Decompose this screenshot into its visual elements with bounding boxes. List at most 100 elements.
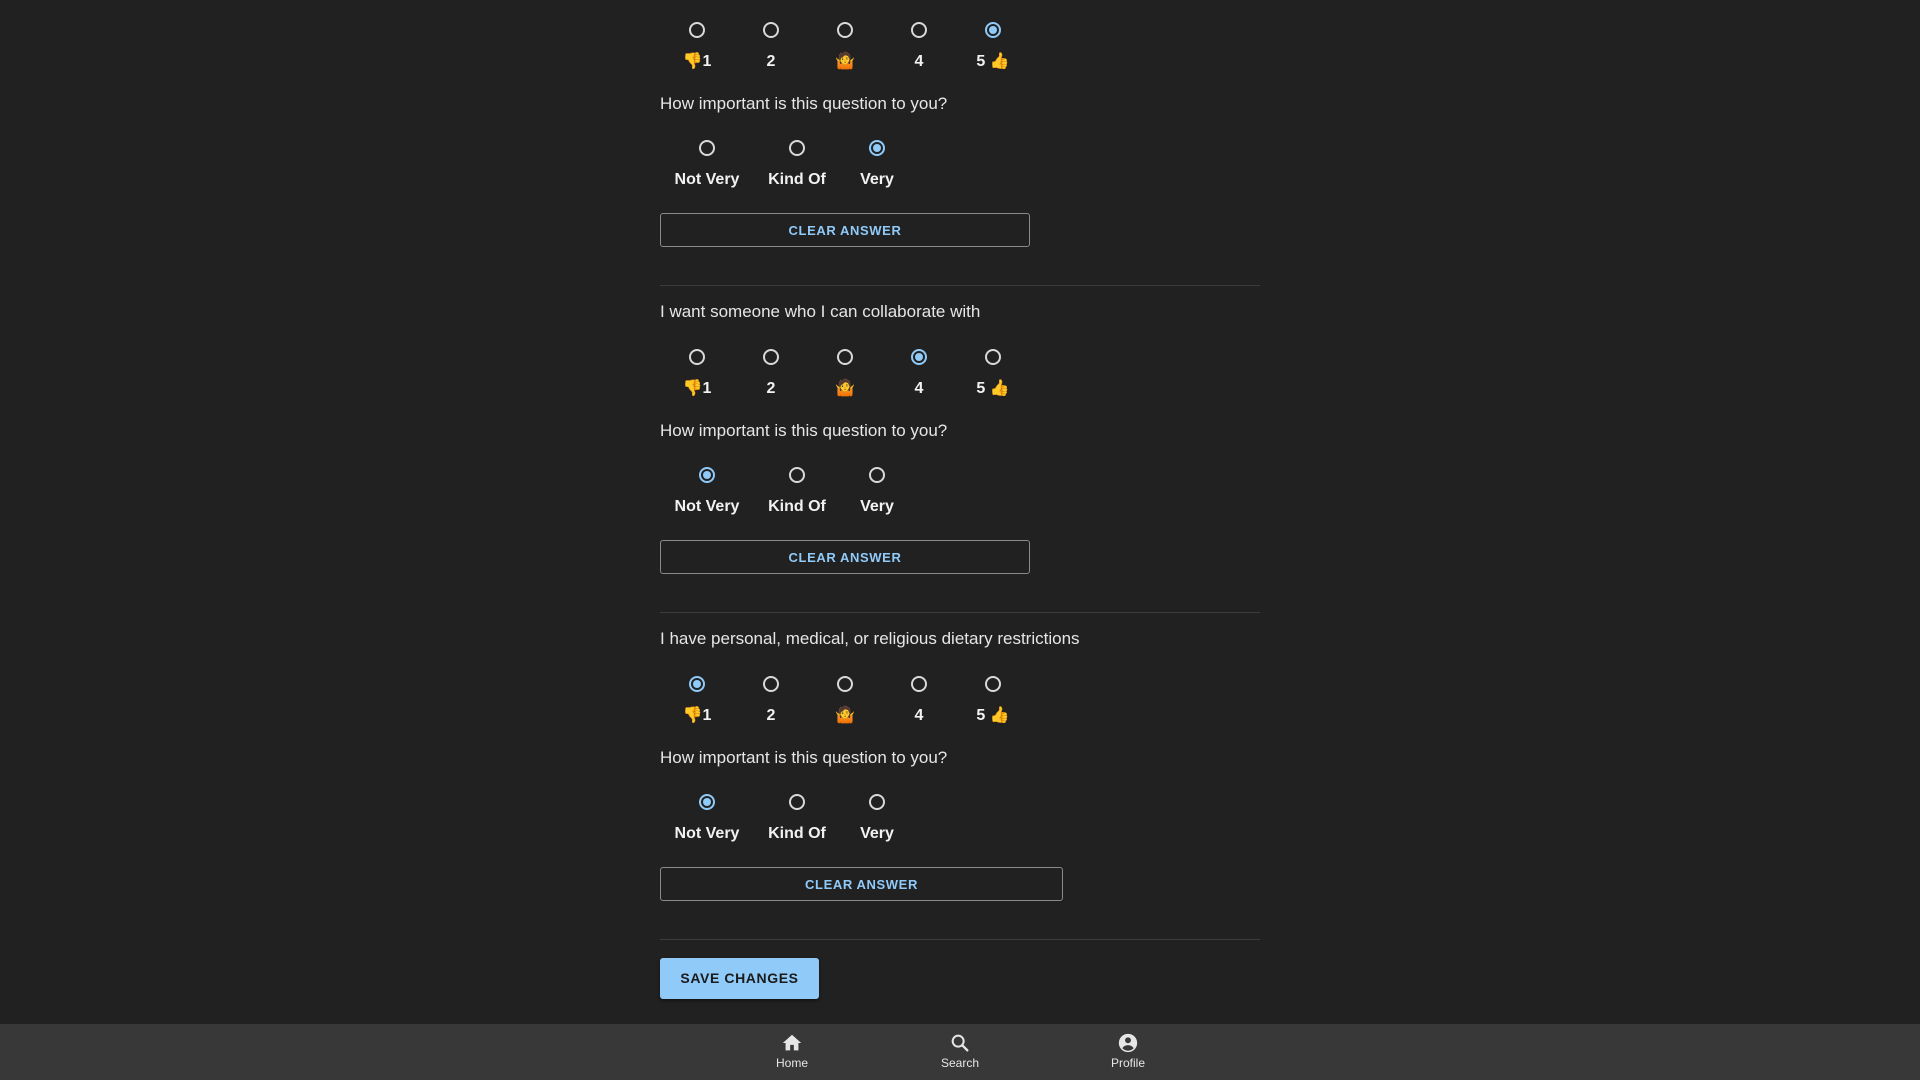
q1-rating-3-radio[interactable]	[837, 22, 853, 38]
q1-importance-prompt: How important is this question to you?	[660, 94, 948, 113]
q2-rating-1-label: 1	[702, 380, 712, 397]
q1-importance-very[interactable]: Very	[837, 140, 917, 190]
question-3-rating-group: 👎1 2 🤷 4 5 👍	[660, 676, 1260, 726]
q2-importance-kind-of-radio[interactable]	[789, 467, 805, 483]
q2-importance-very-radio[interactable]	[869, 467, 885, 483]
q2-rating-4[interactable]: 4	[879, 349, 959, 399]
q2-importance-not-very-radio[interactable]	[699, 467, 715, 483]
q3-rating-1-label: 1	[702, 707, 712, 724]
q2-importance-prompt: How important is this question to you?	[660, 421, 948, 440]
q3-rating-5-radio[interactable]	[985, 676, 1001, 692]
question-2-importance-group: Not Very Kind Of Very	[660, 467, 1260, 517]
q3-rating-3[interactable]: 🤷	[805, 676, 885, 726]
q1-importance-very-label: Very	[860, 171, 894, 188]
q3-rating-4-label: 4	[914, 707, 924, 724]
q2-importance-kind-of-label: Kind Of	[768, 498, 826, 515]
divider	[660, 939, 1260, 940]
q1-rating-3[interactable]: 🤷	[805, 22, 885, 72]
q2-rating-3[interactable]: 🤷	[805, 349, 885, 399]
q1-rating-1[interactable]: 👎1	[657, 22, 737, 72]
q1-importance-not-very-label: Not Very	[674, 171, 740, 188]
bottom-nav: Home Search Profile	[0, 1024, 1920, 1080]
q2-clear-answer-button[interactable]: CLEAR ANSWER	[660, 540, 1030, 574]
q1-importance-very-radio[interactable]	[869, 140, 885, 156]
q1-importance-kind-of[interactable]: Kind Of	[757, 140, 837, 190]
q1-rating-4[interactable]: 4	[879, 22, 959, 72]
q3-importance-kind-of-radio[interactable]	[789, 794, 805, 810]
q3-rating-1-radio[interactable]	[689, 676, 705, 692]
q1-rating-5-label: 5	[976, 53, 986, 70]
q3-clear-answer-button[interactable]: CLEAR ANSWER	[660, 867, 1063, 901]
q2-importance-not-very[interactable]: Not Very	[667, 467, 747, 517]
question-2-rating-group: 👎1 2 🤷 4 5 👍	[660, 349, 1260, 399]
account-circle-icon	[1118, 1033, 1138, 1053]
q2-rating-5[interactable]: 5 👍	[953, 349, 1033, 399]
q1-rating-2[interactable]: 2	[731, 22, 811, 72]
q1-importance-kind-of-radio[interactable]	[789, 140, 805, 156]
q2-importance-kind-of[interactable]: Kind Of	[757, 467, 837, 517]
page: 👎1 2 🤷 4 5 👍 How important is this quest…	[0, 0, 1920, 1080]
q1-rating-4-label: 4	[914, 53, 924, 70]
search-icon	[951, 1034, 969, 1052]
q3-importance-not-very-radio[interactable]	[699, 794, 715, 810]
q3-importance-very-radio[interactable]	[869, 794, 885, 810]
q3-title: I have personal, medical, or religious d…	[660, 629, 1080, 648]
q2-rating-2[interactable]: 2	[731, 349, 811, 399]
nav-profile-label: Profile	[1110, 1056, 1145, 1070]
nav-home[interactable]: Home	[752, 1032, 832, 1070]
q1-importance-not-very[interactable]: Not Very	[667, 140, 747, 190]
q1-rating-1-radio[interactable]	[689, 22, 705, 38]
q2-rating-4-radio[interactable]	[911, 349, 927, 365]
q3-rating-2-label: 2	[766, 707, 776, 724]
q1-clear-answer-button[interactable]: CLEAR ANSWER	[660, 213, 1030, 247]
q1-importance-not-very-radio[interactable]	[699, 140, 715, 156]
q1-rating-1-label: 1	[702, 53, 712, 70]
q3-importance-prompt: How important is this question to you?	[660, 748, 948, 767]
q2-rating-3-radio[interactable]	[837, 349, 853, 365]
question-1-rating-group: 👎1 2 🤷 4 5 👍	[660, 22, 1260, 72]
q3-importance-very[interactable]: Very	[837, 794, 917, 844]
shrug-icon: 🤷	[835, 707, 855, 724]
q1-rating-5-radio[interactable]	[985, 22, 1001, 38]
q1-rating-5[interactable]: 5 👍	[953, 22, 1033, 72]
q3-rating-5[interactable]: 5 👍	[953, 676, 1033, 726]
q2-rating-1-radio[interactable]	[689, 349, 705, 365]
q2-importance-not-very-label: Not Very	[674, 498, 740, 515]
home-icon	[782, 1034, 802, 1051]
q3-rating-2[interactable]: 2	[731, 676, 811, 726]
nav-search[interactable]: Search	[920, 1032, 1000, 1070]
thumbs-up-icon: 👍	[989, 707, 1010, 724]
q3-rating-4[interactable]: 4	[879, 676, 959, 726]
thumbs-up-icon: 👍	[989, 380, 1010, 397]
q3-rating-4-radio[interactable]	[911, 676, 927, 692]
q3-rating-3-radio[interactable]	[837, 676, 853, 692]
q2-title: I want someone who I can collaborate wit…	[660, 302, 981, 321]
q2-rating-2-radio[interactable]	[763, 349, 779, 365]
q3-rating-2-radio[interactable]	[763, 676, 779, 692]
q2-rating-4-label: 4	[914, 380, 924, 397]
shrug-icon: 🤷	[835, 380, 855, 397]
q3-importance-very-label: Very	[860, 825, 894, 842]
save-changes-button[interactable]: SAVE CHANGES	[660, 958, 819, 999]
q2-importance-very[interactable]: Very	[837, 467, 917, 517]
divider	[660, 612, 1260, 613]
q3-rating-1[interactable]: 👎1	[657, 676, 737, 726]
q3-importance-kind-of[interactable]: Kind Of	[757, 794, 837, 844]
q1-rating-4-radio[interactable]	[911, 22, 927, 38]
q1-rating-2-label: 2	[766, 53, 776, 70]
q1-importance-kind-of-label: Kind Of	[768, 171, 826, 188]
nav-search-label: Search	[940, 1056, 980, 1070]
q2-rating-1[interactable]: 👎1	[657, 349, 737, 399]
nav-profile[interactable]: Profile	[1088, 1032, 1168, 1070]
divider	[660, 285, 1260, 286]
q1-rating-2-radio[interactable]	[763, 22, 779, 38]
question-1-importance-group: Not Very Kind Of Very	[660, 140, 1260, 190]
thumbs-down-icon: 👎	[682, 707, 703, 724]
q2-rating-2-label: 2	[766, 380, 776, 397]
nav-home-label: Home	[775, 1056, 808, 1070]
thumbs-up-icon: 👍	[989, 53, 1010, 70]
q2-rating-5-radio[interactable]	[985, 349, 1001, 365]
q2-rating-5-label: 5	[976, 380, 986, 397]
q3-importance-not-very[interactable]: Not Very	[667, 794, 747, 844]
q2-importance-very-label: Very	[860, 498, 894, 515]
